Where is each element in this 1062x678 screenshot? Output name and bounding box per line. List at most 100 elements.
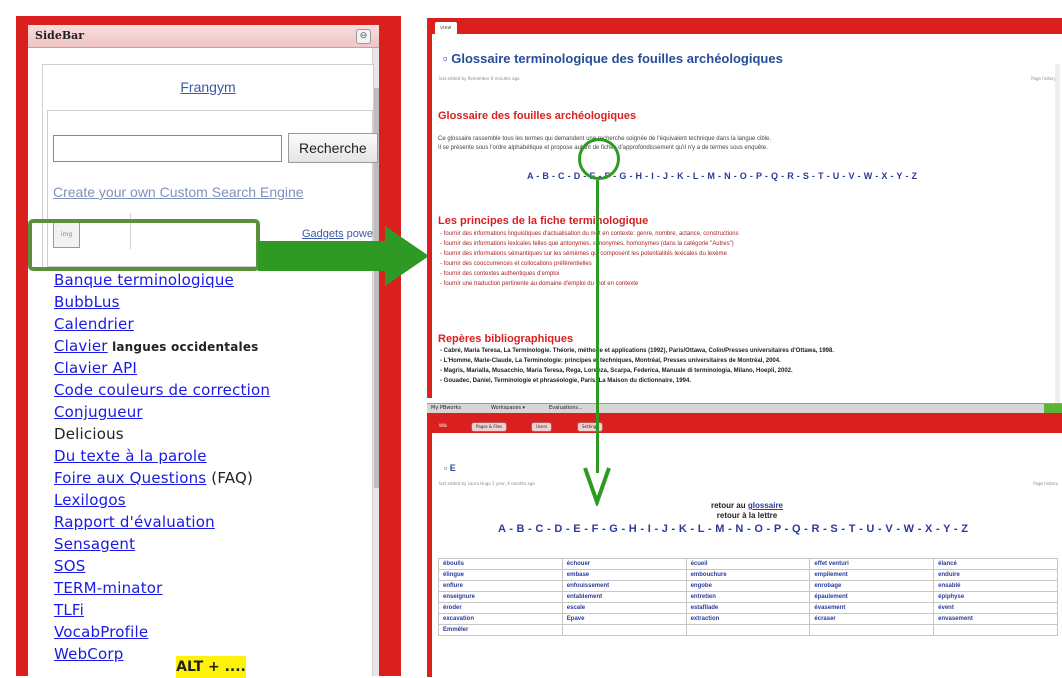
sidebar-link-label[interactable]: Calendrier bbox=[54, 315, 134, 333]
table-cell[interactable]: enduire bbox=[933, 569, 1058, 581]
biblio-item: - Cabré, Maria Teresa, La Terminologie. … bbox=[440, 348, 835, 354]
table-cell[interactable]: échouer bbox=[561, 558, 687, 570]
highlight-circle bbox=[578, 138, 620, 180]
sidebar-link-label[interactable]: Banque terminologique bbox=[54, 271, 234, 289]
table-cell[interactable]: évent bbox=[933, 602, 1058, 614]
table-cell[interactable]: Emmêler bbox=[438, 624, 563, 636]
page-history-link[interactable]: Page history bbox=[1031, 76, 1056, 81]
table-cell[interactable]: embase bbox=[561, 569, 687, 581]
biblio-list: - Cabré, Maria Teresa, La Terminologie. … bbox=[440, 346, 834, 386]
table-cell[interactable]: entablement bbox=[561, 591, 687, 603]
custom-search-link[interactable]: Create your own Custom Search Engine bbox=[53, 184, 304, 200]
table-cell[interactable]: enrobage bbox=[809, 580, 935, 592]
sidebar-link-label[interactable]: BubbLus bbox=[54, 293, 120, 311]
back-to-letter[interactable]: retour à la lettre bbox=[432, 511, 1062, 520]
users-button[interactable]: Users bbox=[531, 422, 553, 432]
sidebar-link[interactable]: Lexilogos bbox=[54, 491, 374, 513]
sidebar-link[interactable]: Banque terminologique bbox=[54, 271, 374, 293]
sidebar-header: SideBar ⊖ bbox=[28, 25, 379, 48]
tab-my-pbworks[interactable]: My PBworks bbox=[431, 405, 461, 411]
sidebar-link[interactable]: Calendrier bbox=[54, 315, 374, 337]
sidebar-link-label[interactable]: Foire aux Questions bbox=[54, 469, 206, 487]
principle-item: - fournir des cooccurrences et collocati… bbox=[440, 261, 592, 267]
biblio-item: - L'Homme, Marie-Claude, La Terminologie… bbox=[440, 358, 781, 364]
sidebar-link-label[interactable]: Lexilogos bbox=[54, 491, 126, 509]
table-cell[interactable]: entretien bbox=[685, 591, 811, 603]
table-cell[interactable]: épiphyse bbox=[933, 591, 1058, 603]
tab-workspaces[interactable]: Workspaces ▾ bbox=[491, 405, 525, 411]
table-cell[interactable]: écueil bbox=[685, 558, 811, 570]
sidebar-link[interactable]: TLFi bbox=[54, 601, 374, 623]
alphabet-links[interactable]: A - B - C - D - E - F - G - H - I - J - … bbox=[498, 523, 968, 535]
table-cell[interactable]: élingue bbox=[438, 569, 563, 581]
glossary-link[interactable]: glossaire bbox=[748, 501, 783, 510]
table-cell[interactable]: effet venturi bbox=[809, 558, 935, 570]
sidebar-link-label[interactable]: VocabProfile bbox=[54, 623, 148, 641]
sidebar-link[interactable]: Rapport d'évaluation bbox=[54, 513, 374, 535]
search-input[interactable] bbox=[53, 135, 282, 162]
sidebar-link[interactable]: Conjugueur bbox=[54, 403, 374, 425]
sidebar-link-suffix: (FAQ) bbox=[206, 469, 254, 487]
table-cell[interactable]: excavation bbox=[438, 613, 563, 625]
sidebar-link[interactable]: BubbLus bbox=[54, 293, 374, 315]
page-title-text: E bbox=[449, 463, 456, 473]
sidebar-link-label[interactable]: TERM-minator bbox=[54, 579, 163, 597]
principle-item: - fournir des informations linguistiques… bbox=[440, 231, 739, 237]
gadgets-link[interactable]: Gadgets bbox=[302, 228, 344, 240]
table-cell[interactable]: évasement bbox=[809, 602, 935, 614]
table-cell[interactable]: élancé bbox=[933, 558, 1058, 570]
table-cell[interactable]: enflure bbox=[438, 580, 563, 592]
sidebar-link-label[interactable]: TLFi bbox=[54, 601, 84, 619]
sidebar-link[interactable]: Clavier API bbox=[54, 359, 374, 381]
table-cell[interactable]: extraction bbox=[685, 613, 811, 625]
sidebar-link[interactable]: Foire aux Questions (FAQ) bbox=[54, 469, 374, 491]
table-cell bbox=[685, 624, 811, 636]
table-cell[interactable]: Epave bbox=[561, 613, 687, 625]
page-history-link[interactable]: Page history bbox=[1033, 481, 1058, 486]
sidebar-link[interactable]: VocabProfile bbox=[54, 623, 374, 645]
sidebar-link-label[interactable]: WebCorp bbox=[54, 645, 123, 663]
sidebar-link[interactable]: SOS bbox=[54, 557, 374, 579]
collapse-icon[interactable]: ⊖ bbox=[356, 29, 371, 44]
gadgets-powered-text[interactable]: Gadgets powe bbox=[302, 228, 373, 240]
back-prefix: retour au bbox=[710, 501, 748, 510]
wiki-tab[interactable]: Wiki bbox=[435, 422, 451, 432]
sidebar-link[interactable]: Du texte à la parole bbox=[54, 447, 374, 469]
table-cell bbox=[809, 624, 935, 636]
sidebar-link-label[interactable]: Clavier bbox=[54, 337, 108, 355]
table-cell[interactable]: estafilade bbox=[685, 602, 811, 614]
table-cell[interactable]: ensablé bbox=[933, 580, 1058, 592]
table-cell[interactable]: enseignure bbox=[438, 591, 563, 603]
sidebar-link-label[interactable]: SOS bbox=[54, 557, 85, 575]
table-cell[interactable]: envasement bbox=[933, 613, 1058, 625]
sidebar-link[interactable]: Sensagent bbox=[54, 535, 374, 557]
pages-files-button[interactable]: Pages & Files bbox=[471, 422, 508, 432]
table-cell bbox=[933, 624, 1058, 636]
tab-evaluations[interactable]: Evaluations... bbox=[549, 405, 583, 411]
sidebar-link[interactable]: Clavier langues occidentales bbox=[54, 337, 374, 359]
table-cell[interactable]: escale bbox=[561, 602, 687, 614]
sidebar-link-label[interactable]: Conjugueur bbox=[54, 403, 143, 421]
table-cell[interactable]: enfouissement bbox=[561, 580, 687, 592]
frangym-link[interactable]: Frangym bbox=[43, 79, 373, 95]
sidebar-link-label[interactable]: Delicious bbox=[54, 425, 124, 443]
scrollbar[interactable] bbox=[1055, 64, 1060, 404]
sidebar-link-label[interactable]: Du texte à la parole bbox=[54, 447, 207, 465]
table-cell[interactable]: éboulis bbox=[438, 558, 563, 570]
sidebar-link-label[interactable]: Sensagent bbox=[54, 535, 135, 553]
table-cell[interactable]: embouchure bbox=[685, 569, 811, 581]
sidebar-link[interactable]: TERM-minator bbox=[54, 579, 374, 601]
table-cell[interactable]: empilement bbox=[809, 569, 935, 581]
search-button[interactable]: Recherche bbox=[288, 133, 378, 163]
settings-button[interactable]: Settings bbox=[577, 422, 604, 432]
table-cell[interactable]: engobe bbox=[685, 580, 811, 592]
table-cell[interactable]: écraser bbox=[809, 613, 935, 625]
table-cell[interactable]: éroder bbox=[438, 602, 563, 614]
sidebar-link-label[interactable]: Code couleurs de correction bbox=[54, 381, 270, 399]
table-cell[interactable]: épaulement bbox=[809, 591, 935, 603]
sidebar-link-label[interactable]: Rapport d'évaluation bbox=[54, 513, 215, 531]
page-title: ▫ E bbox=[444, 463, 456, 473]
sidebar-link[interactable]: Delicious bbox=[54, 425, 374, 447]
sidebar-link-label[interactable]: Clavier API bbox=[54, 359, 137, 377]
sidebar-link[interactable]: Code couleurs de correction bbox=[54, 381, 374, 403]
